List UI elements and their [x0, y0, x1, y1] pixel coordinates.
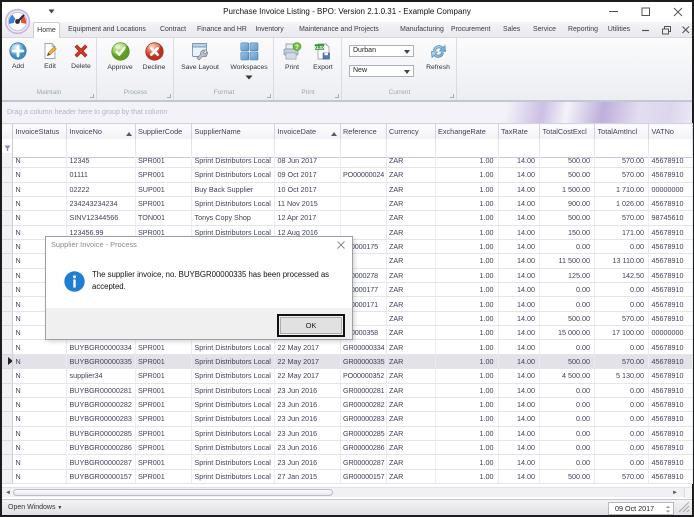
svg-text:?: ?: [295, 44, 299, 51]
svg-text:XLSX: XLSX: [314, 45, 325, 50]
